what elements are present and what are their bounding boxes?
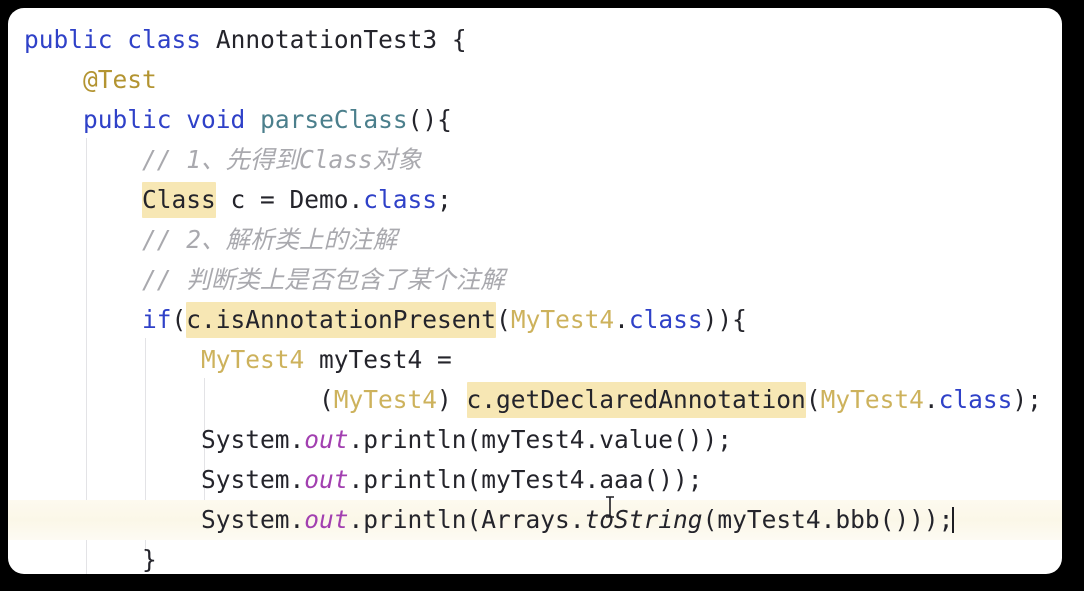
code-lines[interactable]: public class AnnotationTest3 { @Test pub… [8, 20, 1062, 574]
code-line-7[interactable]: // 判断类上是否包含了某个注解 [8, 260, 1062, 300]
paren-open: ( [805, 385, 821, 414]
annotation-test: @Test [83, 65, 157, 94]
method-name-parseclass: parseClass [260, 105, 408, 134]
code-line-5[interactable]: Class c = Demo.class; [8, 180, 1062, 220]
static-method-tostring: toString [584, 505, 703, 534]
highlighted-call-isannotationpresent: c.isAnnotationPresent [186, 302, 497, 338]
open-brace: { [451, 25, 467, 54]
keyword-if: if [142, 305, 172, 334]
code-line-14[interactable]: } [8, 540, 1062, 574]
code-line-11[interactable]: System.out.println(myTest4.value()); [8, 420, 1062, 460]
code-area[interactable]: public class AnnotationTest3 { @Test pub… [8, 8, 1062, 574]
keyword-public: public [24, 25, 113, 54]
static-field-out: out [304, 465, 349, 494]
keyword-class-literal: class [363, 185, 438, 214]
code-editor-panel: public class AnnotationTest3 { @Test pub… [8, 8, 1062, 574]
class-name: AnnotationTest3 [215, 25, 438, 54]
i-beam-icon [606, 496, 614, 518]
cast-paren-close: ) [437, 385, 467, 414]
keyword-class: class [127, 25, 202, 54]
variable-decl: c = Demo. [215, 185, 364, 214]
keyword-class-literal: class [628, 305, 703, 334]
method-parens: (){ [407, 105, 452, 134]
code-line-12[interactable]: System.out.println(myTest4.aaa()); [8, 460, 1062, 500]
static-field-out: out [304, 505, 349, 534]
keyword-class-literal: class [938, 385, 1013, 414]
system-token: System. [201, 425, 305, 454]
highlighted-token-class: Class [142, 182, 216, 218]
println-call-arrays: .println(Arrays. [348, 505, 585, 534]
println-call-value: .println(myTest4.value()); [348, 425, 733, 454]
code-line-8[interactable]: if(c.isAnnotationPresent(MyTest4.class))… [8, 300, 1062, 340]
annotation-type-mytest4: MyTest4 [333, 385, 438, 414]
println-call-bbb: (myTest4.bbb())); [702, 505, 954, 534]
highlighted-call-getdeclaredannotation: c.getDeclaredAnnotation [466, 382, 806, 418]
keyword-void: void [186, 105, 246, 134]
comment-check-annotation: // 判断类上是否包含了某个注解 [142, 265, 505, 294]
code-line-6[interactable]: // 2、解析类上的注解 [8, 220, 1062, 260]
comment-step-1: // 1、先得到Class对象 [142, 145, 422, 174]
paren-open-2: ( [496, 305, 511, 334]
mouse-text-cursor-icon [604, 496, 616, 522]
code-line-4[interactable]: // 1、先得到Class对象 [8, 140, 1062, 180]
code-line-2[interactable]: @Test [8, 60, 1062, 100]
paren-close-semicolon: ); [1012, 385, 1042, 414]
annotation-type-mytest4: MyTest4 [510, 305, 615, 334]
static-field-out: out [304, 425, 349, 454]
code-line-9[interactable]: MyTest4 myTest4 = [8, 340, 1062, 380]
annotation-type-mytest4-arg: MyTest4 [820, 385, 924, 414]
code-line-10[interactable]: (MyTest4) c.getDeclaredAnnotation(MyTest… [8, 380, 1062, 420]
cast-paren-open: ( [319, 385, 334, 414]
code-line-1[interactable]: public class AnnotationTest3 { [8, 20, 1062, 60]
system-token: System. [201, 465, 305, 494]
code-line-13-current[interactable]: System.out.println(Arrays.toString(myTes… [8, 500, 1062, 540]
code-line-3[interactable]: public void parseClass(){ [8, 100, 1062, 140]
variable-mytest4: myTest4 = [304, 345, 452, 374]
keyword-public: public [83, 105, 172, 134]
println-call-aaa: .println(myTest4.aaa()); [348, 465, 703, 494]
semicolon: ; [437, 185, 452, 214]
comment-step-2: // 2、解析类上的注解 [142, 225, 398, 254]
system-token: System. [201, 505, 305, 534]
dot: . [614, 305, 629, 334]
paren-close: )){ [702, 305, 747, 334]
text-caret [952, 507, 955, 533]
close-brace: } [142, 545, 157, 574]
dot: . [923, 385, 939, 414]
annotation-type-mytest4: MyTest4 [201, 345, 305, 374]
paren-open: ( [171, 305, 187, 334]
